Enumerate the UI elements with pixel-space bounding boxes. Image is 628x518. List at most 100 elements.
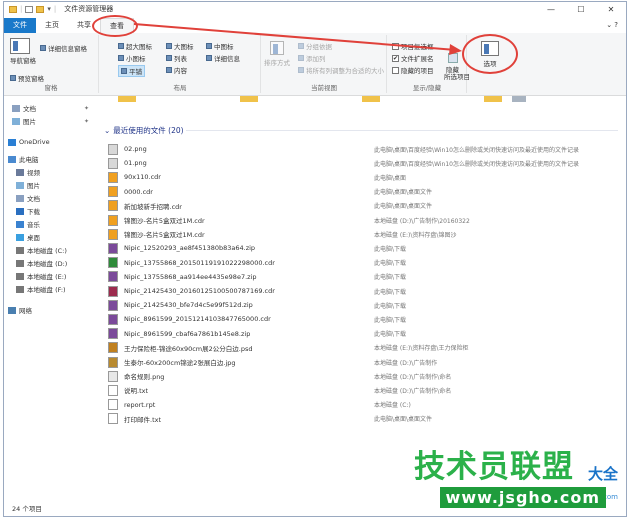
file-row[interactable]: 0000.cdr 此电脑\桌面\桌面文件 <box>108 185 624 199</box>
file-name: Nipic_13755868_20150119191022298000.cdr <box>124 258 275 267</box>
group-divider <box>186 130 618 131</box>
file-location: 本地磁盘 (E:)\资料存盘\锦图沙 <box>374 231 457 239</box>
file-row[interactable]: 生泰尔-60x200cm锦途2张展白边.jpg 本地磁盘 (D:)\广告制作 <box>108 355 624 369</box>
file-row[interactable]: 锦图沙-名片5盒双过1M.cdr 本地磁盘 (E:)\资料存盘\锦图沙 <box>108 227 624 241</box>
nav-item[interactable]: 网络 <box>8 304 32 316</box>
rpt-file-icon <box>108 399 118 411</box>
file-row[interactable]: 01.png 此电脑\桌面\百度经验\Win10怎么删除或关闭快速访问及最近使用的… <box>108 156 624 170</box>
nav-item-label: OneDrive <box>19 138 50 146</box>
nav-item[interactable]: 文档 <box>16 192 40 204</box>
file-location: 此电脑\下载 <box>374 316 407 324</box>
nav-item-label: 视频 <box>27 169 40 177</box>
file-location: 本地磁盘 (D:)\广告制作 <box>374 359 438 367</box>
file-name: 新加坡新手招聘.cdr <box>124 202 182 211</box>
file-name: 0000.cdr <box>124 187 153 196</box>
file-name: report.rpt <box>124 400 156 409</box>
watermark-side: 大全 <box>587 465 618 483</box>
nav-item[interactable]: 本地磁盘 (F:) <box>16 283 66 295</box>
file-row[interactable]: Nipic_13755868_aa914ee4435e98e7.zip 此电脑\下… <box>108 270 624 284</box>
computer-icon <box>8 155 16 163</box>
nav-item-label: 文档 <box>27 195 40 203</box>
cdr-file-icon <box>108 171 118 183</box>
watermark-url: www.jsgho.com <box>439 487 606 508</box>
arrow-head <box>449 44 462 55</box>
drive-icon <box>16 285 24 293</box>
nav-item[interactable]: 此电脑 <box>8 153 39 165</box>
file-location: 此电脑\下载 <box>374 274 407 282</box>
file-name: 02.png <box>124 145 147 153</box>
file-location: 此电脑\下载 <box>374 260 407 268</box>
file-row[interactable]: 90x110.cdr 此电脑\桌面 <box>108 170 624 184</box>
file-name: 锦图沙-名片5盒双过1M.cdr <box>124 217 205 225</box>
explorer-window: | ▾ | 文件资源管理器 — ☐ ✕ 文件 主页 共享 查看 ⌄ ? 导航窗格 <box>3 1 627 517</box>
file-location: 本地磁盘 (D:)\广告制作\命名 <box>374 387 452 395</box>
nav-item[interactable]: OneDrive <box>8 136 50 148</box>
file-name: 打印邮件.txt <box>124 415 162 424</box>
arrow-line <box>133 23 457 51</box>
network-icon <box>8 306 16 314</box>
nav-item-label: 图片 <box>27 182 40 190</box>
nav-item[interactable]: 文档 ✦ <box>12 102 89 114</box>
nav-item-label: 音乐 <box>27 221 40 229</box>
file-name: 锦图沙-名片5盒双过1M.cdr <box>124 231 205 240</box>
file-location: 此电脑\桌面\桌面文件 <box>374 416 433 424</box>
music-icon <box>16 220 24 228</box>
group-header[interactable]: ⌄ 最近使用的文件 (20) <box>104 125 184 136</box>
group-title: 最近使用的文件 (20) <box>113 126 184 135</box>
file-location: 此电脑\下载 <box>374 245 407 253</box>
file-location: 此电脑\桌面\桌面文件 <box>374 203 433 211</box>
nav-item[interactable]: 本地磁盘 (C:) <box>16 244 67 256</box>
file-location: 此电脑\桌面\百度经验\Win10怎么删除或关闭快速访问及最近使用的文件记录 <box>374 160 579 168</box>
nav-item[interactable]: 视频 <box>16 166 40 178</box>
nav-item[interactable]: 本地磁盘 (E:) <box>16 270 66 282</box>
file-row[interactable]: 02.png 此电脑\桌面\百度经验\Win10怎么删除或关闭快速访问及最近使用的… <box>108 142 624 156</box>
nav-item[interactable]: 下载 <box>16 205 40 217</box>
file-name: Nipic_21425430_20160125100500787169.cdr <box>124 287 275 295</box>
file-location: 本地磁盘 (C:) <box>374 402 411 410</box>
nav-item[interactable]: 桌面 <box>16 231 40 243</box>
file-location: 此电脑\下载 <box>374 331 407 339</box>
file-row[interactable]: 王力保险柜-锦途60x90cm展2公分白边.psd 本地磁盘 (E:)\资料存盘\… <box>108 341 624 355</box>
file-row[interactable]: 新加坡新手招聘.cdr 此电脑\桌面\桌面文件 <box>108 199 624 213</box>
file-location: 本地磁盘 (D:)\广告制作\命名 <box>374 373 452 381</box>
file-name: 说明.txt <box>124 387 149 396</box>
file-row[interactable]: Nipic_12520293_ae8f451380b83a64.zip 此电脑\下… <box>108 241 624 255</box>
cdr-file-icon <box>108 186 118 198</box>
file-location: 此电脑\桌面 <box>374 174 407 182</box>
nav-item-label: 下载 <box>27 208 40 216</box>
file-row[interactable]: Nipic_13755868_20150119191022298000.cdr 此… <box>108 256 624 270</box>
file-name: 王力保险柜-锦途60x90cm展2公分白边.psd <box>124 344 253 353</box>
nav-item[interactable]: 图片 <box>16 179 40 191</box>
file-name: Nipic_8961599_cbaf6a7861b145e8.zip <box>124 329 251 338</box>
file-name: 生泰尔-60x200cm锦途2张展白边.jpg <box>124 359 236 367</box>
zip-file-icon <box>108 271 118 283</box>
nav-item[interactable]: 音乐 <box>16 218 40 230</box>
file-row[interactable]: Nipic_8961599_cbaf6a7861b145e8.zip 此电脑\下载 <box>108 327 624 341</box>
drive-icon <box>16 272 24 280</box>
file-row[interactable]: 锦图沙-名片5盒双过1M.cdr 本地磁盘 (D:)\广告制作\20160322 <box>108 213 624 227</box>
file-location: 本地磁盘 (E:)\资料存盘\王力保险柜 <box>374 345 469 353</box>
onedrive-icon <box>8 138 16 146</box>
nav-item-label: 桌面 <box>27 234 40 242</box>
file-name: 命名规则.png <box>124 373 165 382</box>
file-location: 此电脑\下载 <box>374 302 407 310</box>
nav-item-label: 本地磁盘 (C:) <box>27 247 67 255</box>
file-row[interactable]: Nipic_8961599_20151214103847765000.cdr 此电… <box>108 312 624 326</box>
nav-item[interactable]: 图片 ✦ <box>12 115 89 127</box>
nav-item[interactable]: 本地磁盘 (D:) <box>16 257 67 269</box>
file-row[interactable]: 命名规则.png 本地磁盘 (D:)\广告制作\命名 <box>108 369 624 383</box>
drive-icon <box>16 259 24 267</box>
zip-file-icon <box>108 328 118 340</box>
file-row[interactable]: 打印邮件.txt 此电脑\桌面\桌面文件 <box>108 412 624 426</box>
png-file-icon <box>108 157 118 169</box>
documents-icon <box>12 104 20 112</box>
file-row[interactable]: report.rpt 本地磁盘 (C:) <box>108 398 624 412</box>
file-row[interactable]: Nipic_21425430_bfe7d4c5e99f512d.zip 此电脑\下… <box>108 298 624 312</box>
cdr-file-icon <box>108 214 118 226</box>
item-count: 24 个项目 <box>12 505 42 513</box>
file-row[interactable]: Nipic_21425430_20160125100500787169.cdr 此… <box>108 284 624 298</box>
file-row[interactable]: 说明.txt 本地磁盘 (D:)\广告制作\命名 <box>108 383 624 397</box>
file-name: Nipic_8961599_20151214103847765000.cdr <box>124 315 271 324</box>
file-location: 此电脑\桌面\桌面文件 <box>374 189 433 197</box>
pictures-icon <box>16 181 24 189</box>
